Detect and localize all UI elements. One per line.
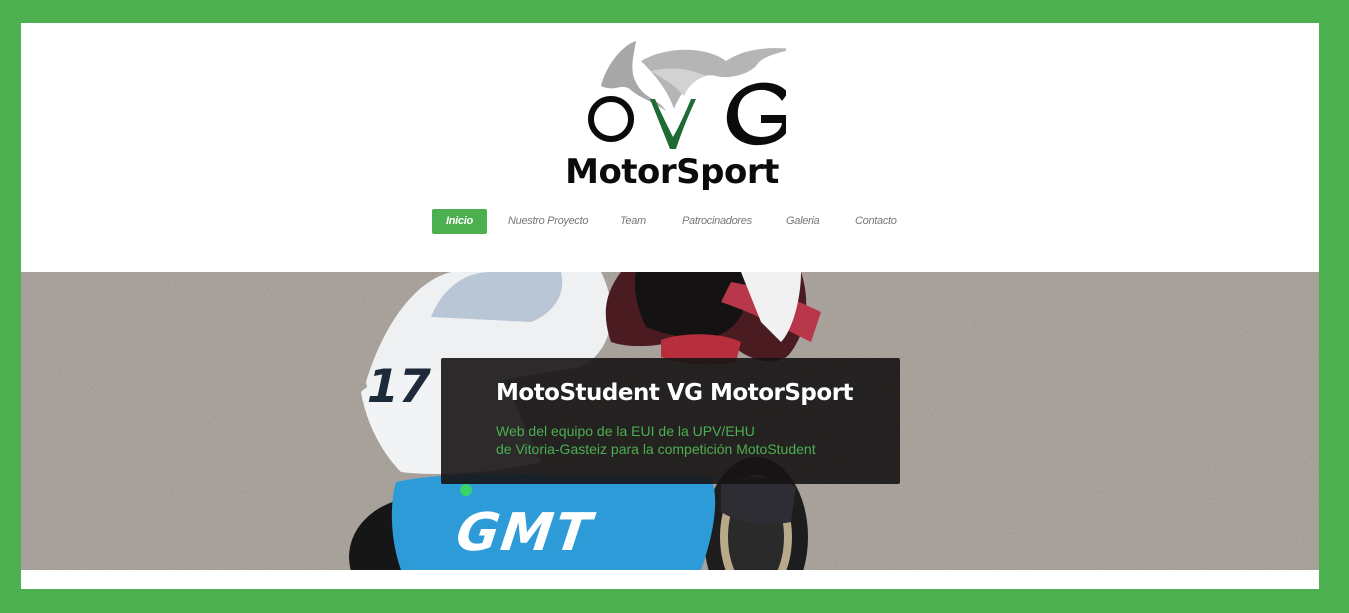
nav-patrocinadores[interactable]: Patrocinadores — [682, 209, 752, 234]
nav-inicio[interactable]: Inicio — [432, 209, 487, 234]
green-light — [460, 484, 472, 496]
logo-brand-text: MotorSport — [565, 152, 779, 191]
hero-banner: 17 GMT MotoStudent VG MotorSport Web del… — [21, 272, 1319, 570]
nav-galeria[interactable]: Galeria — [786, 209, 820, 234]
hero-subtitle-line1: Web del equipo de la EUI de la UPV/EHU — [496, 423, 755, 439]
rider-leathers — [634, 272, 746, 338]
nav-contacto[interactable]: Contacto — [855, 209, 897, 234]
page-frame: MotorSport Inicio Nuestro Proyecto Team … — [21, 23, 1319, 589]
logo-g-letter — [726, 82, 786, 146]
hero-caption-box: MotoStudent VG MotorSport Web del equipo… — [441, 358, 900, 484]
vg-motorsport-logo[interactable]: MotorSport — [556, 31, 786, 191]
logo-v-letter — [650, 99, 696, 149]
hero-subtitle-line2: de Vitoria-Gasteiz para la competición M… — [496, 441, 816, 457]
main-nav: Inicio Nuestro Proyecto Team Patrocinado… — [21, 209, 1319, 235]
nav-team[interactable]: Team — [620, 209, 646, 234]
fairing-logo: GMT — [447, 501, 603, 562]
hero-subtitle: Web del equipo de la EUI de la UPV/EHU d… — [496, 422, 876, 458]
nav-nuestro-proyecto[interactable]: Nuestro Proyecto — [508, 209, 588, 234]
logo-swoosh-right — [641, 48, 786, 109]
content-strip — [21, 570, 1319, 589]
hero-title: MotoStudent VG MotorSport — [496, 380, 854, 406]
logo-wheel-left — [588, 96, 634, 142]
bike-number: 17 — [361, 359, 436, 412]
